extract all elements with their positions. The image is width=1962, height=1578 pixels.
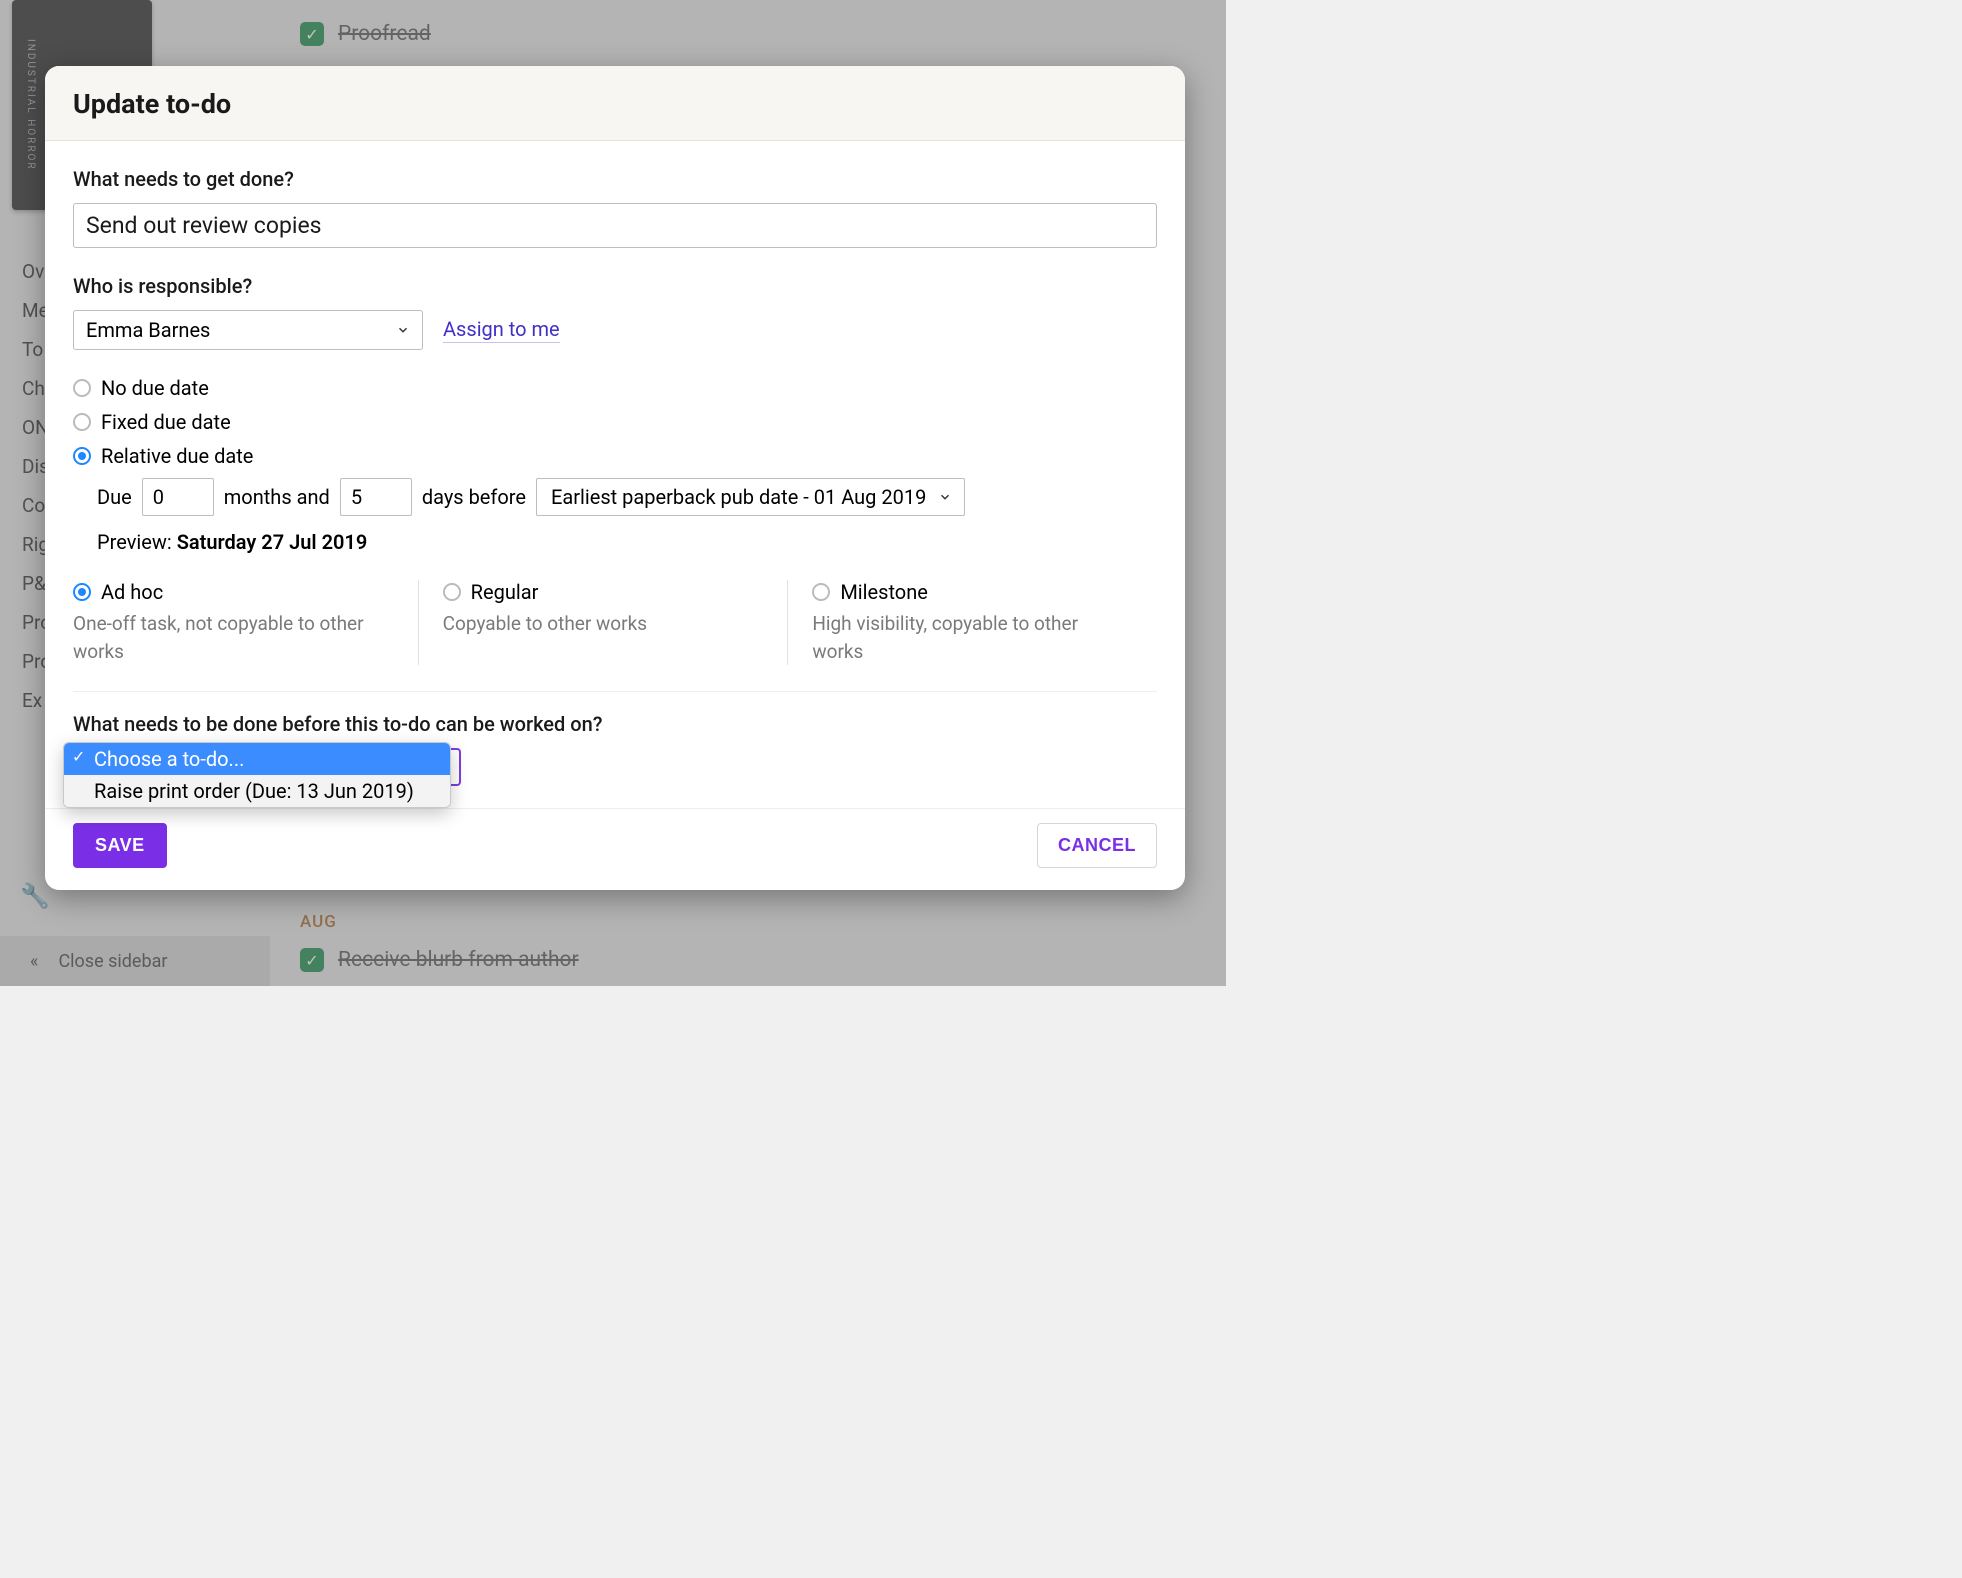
modal-body: What needs to get done? Who is responsib… — [45, 141, 1185, 808]
type-milestone-col: Milestone High visibility, copyable to o… — [788, 580, 1157, 665]
update-todo-modal: Update to-do What needs to get done? Who… — [45, 66, 1185, 890]
relative-due-date-radio[interactable]: Relative due date — [73, 444, 1157, 468]
who-label: Who is responsible? — [73, 274, 1157, 298]
type-regular-radio[interactable]: Regular — [443, 580, 764, 604]
preview-row: Preview: Saturday 27 Jul 2019 — [97, 530, 1157, 554]
who-section: Who is responsible? Emma Barnes Assign t… — [73, 274, 1157, 350]
type-adhoc-radio[interactable]: Ad hoc — [73, 580, 394, 604]
type-adhoc-desc: One-off task, not copyable to other work… — [73, 610, 394, 665]
modal-header: Update to-do — [45, 66, 1185, 141]
dependency-label: What needs to be done before this to-do … — [73, 712, 1157, 736]
radio-icon — [443, 583, 461, 601]
what-label: What needs to get done? — [73, 167, 1157, 191]
preview-label: Preview: — [97, 530, 172, 554]
due-date-section: No due date Fixed due date Relative due … — [73, 376, 1157, 554]
radio-icon-checked — [73, 447, 91, 465]
section-divider — [73, 691, 1157, 692]
responsible-select[interactable]: Emma Barnes — [73, 310, 423, 350]
no-due-date-radio[interactable]: No due date — [73, 376, 1157, 400]
what-section: What needs to get done? — [73, 167, 1157, 248]
type-milestone-title: Milestone — [840, 580, 928, 604]
chevron-down-icon — [938, 485, 952, 509]
radio-icon — [812, 583, 830, 601]
dependency-option-placeholder[interactable]: Choose a to-do... — [64, 743, 450, 775]
assign-to-me-link[interactable]: Assign to me — [443, 317, 560, 343]
modal-footer: SAVE CANCEL — [45, 809, 1185, 890]
reference-date-select[interactable]: Earliest paperback pub date - 01 Aug 201… — [536, 478, 965, 516]
months-and-label: months and — [224, 485, 330, 509]
months-input[interactable] — [142, 478, 214, 516]
type-regular-desc: Copyable to other works — [443, 610, 764, 638]
days-before-label: days before — [422, 485, 526, 509]
todo-type-row: Ad hoc One-off task, not copyable to oth… — [73, 580, 1157, 665]
radio-icon — [73, 413, 91, 431]
radio-icon-checked — [73, 583, 91, 601]
dependency-option[interactable]: Raise print order (Due: 13 Jun 2019) — [64, 775, 450, 807]
radio-icon — [73, 379, 91, 397]
chevron-down-icon — [396, 318, 410, 342]
type-adhoc-title: Ad hoc — [101, 580, 163, 604]
days-input[interactable] — [340, 478, 412, 516]
modal-title: Update to-do — [73, 88, 1157, 120]
type-adhoc-col: Ad hoc One-off task, not copyable to oth… — [73, 580, 419, 665]
dependency-dropdown: Choose a to-do... Raise print order (Due… — [63, 742, 451, 808]
relative-due-config: Due months and days before Earliest pape… — [97, 478, 1157, 516]
save-button[interactable]: SAVE — [73, 823, 167, 868]
responsible-value: Emma Barnes — [86, 318, 210, 342]
type-regular-title: Regular — [471, 580, 539, 604]
relative-due-date-label: Relative due date — [101, 444, 253, 468]
type-milestone-radio[interactable]: Milestone — [812, 580, 1133, 604]
dependency-section: What needs to be done before this to-do … — [73, 712, 1157, 786]
fixed-due-date-label: Fixed due date — [101, 410, 231, 434]
preview-value: Saturday 27 Jul 2019 — [177, 530, 368, 554]
due-word: Due — [97, 485, 132, 509]
no-due-date-label: No due date — [101, 376, 209, 400]
type-regular-col: Regular Copyable to other works — [419, 580, 789, 665]
fixed-due-date-radio[interactable]: Fixed due date — [73, 410, 1157, 434]
cancel-button[interactable]: CANCEL — [1037, 823, 1157, 868]
reference-date-value: Earliest paperback pub date - 01 Aug 201… — [551, 485, 926, 509]
what-input[interactable] — [73, 203, 1157, 248]
type-milestone-desc: High visibility, copyable to other works — [812, 610, 1133, 665]
